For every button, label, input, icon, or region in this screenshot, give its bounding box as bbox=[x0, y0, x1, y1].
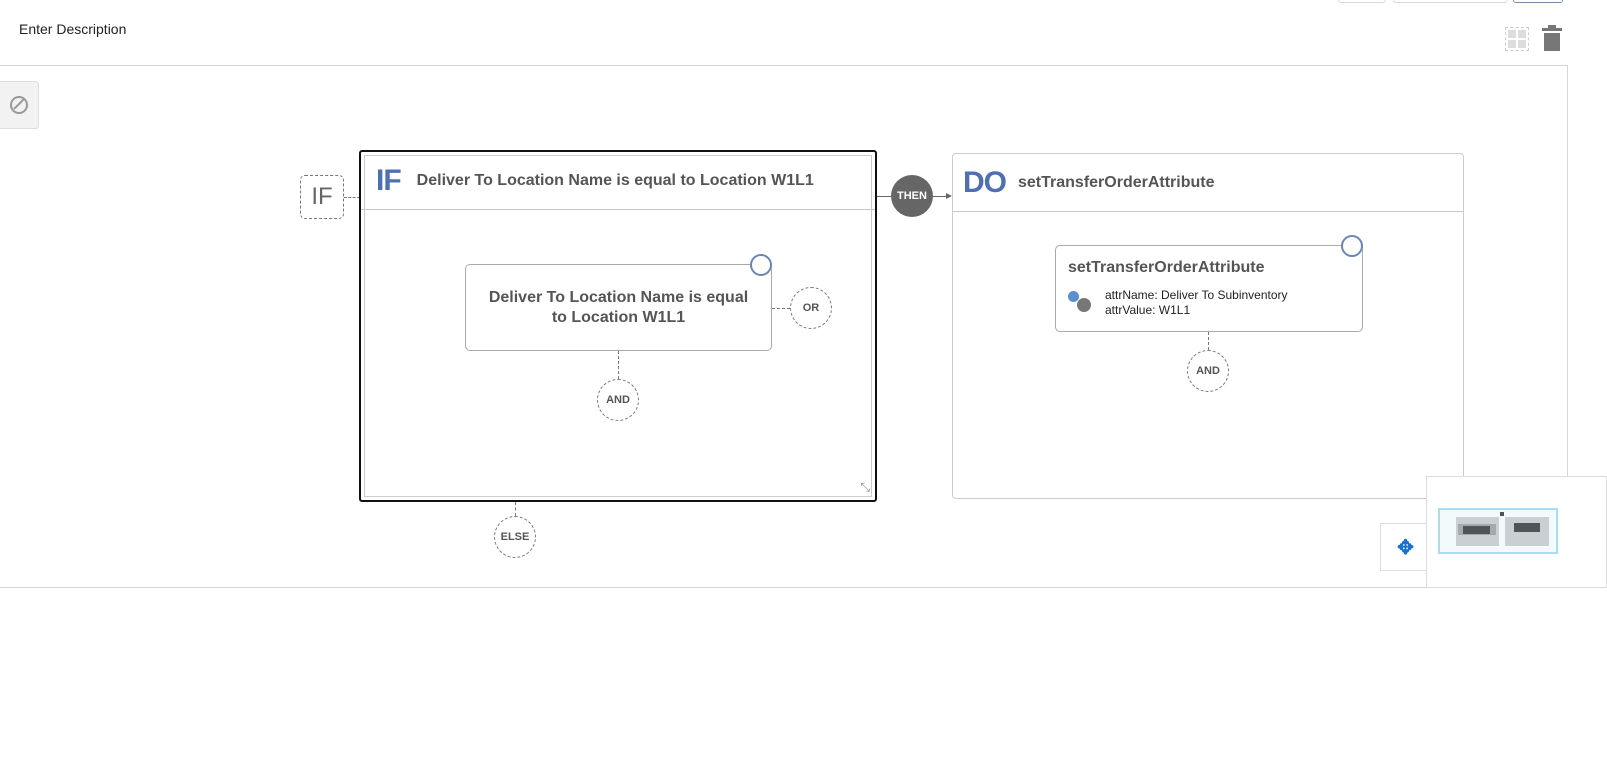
description-field[interactable]: Enter Description bbox=[19, 21, 126, 37]
compass-button[interactable] bbox=[0, 81, 39, 129]
if-title: Deliver To Location Name is equal to Loc… bbox=[416, 171, 814, 189]
if-panel-header: IF Deliver To Location Name is equal to … bbox=[361, 152, 875, 210]
condition-text: Deliver To Location Name is equal to Loc… bbox=[488, 288, 749, 326]
else-button[interactable]: ELSE bbox=[494, 516, 536, 558]
do-keyword: DO bbox=[963, 165, 1007, 199]
if-keyword: IF bbox=[376, 163, 402, 197]
attr-value: attrValue: W1L1 bbox=[1105, 303, 1191, 317]
action-name: setTransferOrderAttribute bbox=[1068, 259, 1265, 276]
top-button-3[interactable] bbox=[1513, 0, 1563, 3]
compass-icon bbox=[9, 96, 28, 114]
then-connector: THEN bbox=[891, 175, 933, 217]
top-button-1[interactable] bbox=[1338, 0, 1386, 3]
collapse-icon[interactable]: ⤡ bbox=[860, 480, 870, 495]
minimap[interactable] bbox=[1426, 476, 1607, 588]
do-panel[interactable]: DO setTransferOrderAttribute setTransfer… bbox=[952, 153, 1464, 499]
trash-icon[interactable] bbox=[1542, 25, 1562, 51]
grid-layout-icon[interactable] bbox=[1505, 27, 1529, 51]
if-panel[interactable]: IF Deliver To Location Name is equal to … bbox=[359, 150, 877, 502]
attr-name: attrName: Deliver To Subinventory bbox=[1105, 288, 1288, 302]
and-button-do[interactable]: AND bbox=[1187, 350, 1229, 392]
condition-select-ring[interactable] bbox=[750, 254, 772, 276]
gears-icon bbox=[1068, 291, 1092, 313]
move-icon: ✥ bbox=[1397, 536, 1414, 559]
condition-card[interactable]: Deliver To Location Name is equal to Loc… bbox=[465, 254, 772, 351]
if-badge: IF bbox=[300, 175, 344, 219]
or-button[interactable]: OR bbox=[790, 287, 832, 329]
do-title: setTransferOrderAttribute bbox=[1018, 173, 1215, 191]
pan-button[interactable]: ✥ bbox=[1380, 523, 1430, 571]
action-card[interactable]: setTransferOrderAttribute attrName: Deli… bbox=[1055, 235, 1363, 332]
and-button[interactable]: AND bbox=[597, 379, 639, 421]
do-panel-header: DO setTransferOrderAttribute bbox=[953, 154, 1463, 212]
top-button-2[interactable] bbox=[1393, 0, 1508, 3]
action-select-ring[interactable] bbox=[1341, 235, 1363, 257]
minimap-viewport[interactable] bbox=[1438, 508, 1558, 554]
